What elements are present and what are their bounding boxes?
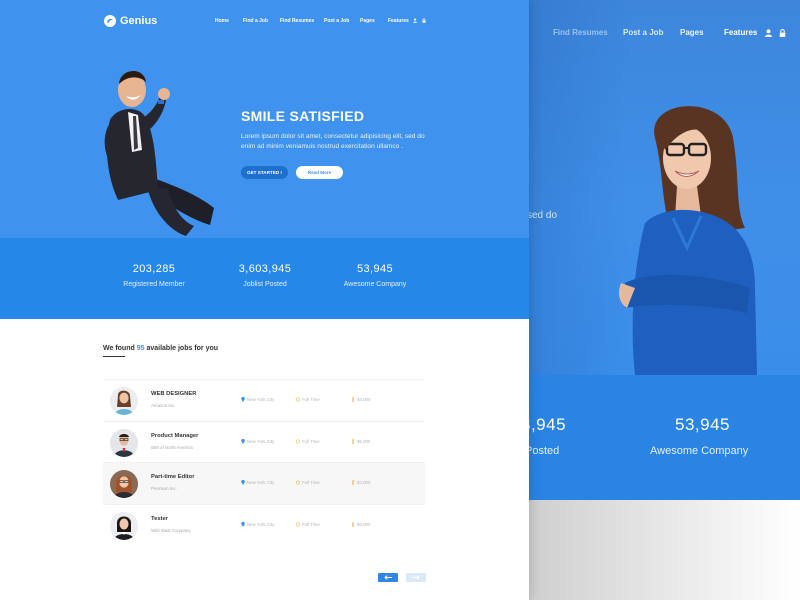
main-nav: Home Find a Job Find Resumes Post a Job … — [0, 18, 529, 28]
stat-registered-members: 203,285 Registered Member — [99, 263, 209, 288]
stat-label: Joblist Posted — [243, 281, 287, 288]
nav-home[interactable]: Home — [215, 18, 229, 24]
bg-nav-post-job[interactable]: Post a Job — [623, 28, 663, 37]
hero-title: SMILE SATISFIED — [241, 108, 365, 124]
job-company: Amazon Inc. — [151, 403, 176, 408]
clock-icon — [296, 397, 300, 402]
bg-stat-label: Awesome Company — [650, 445, 749, 457]
bg-stat-value: 3,945 — [529, 415, 567, 434]
clock-icon — [296, 480, 300, 485]
nav-find-job[interactable]: Find a Job — [243, 18, 268, 24]
job-type: Full Time — [296, 439, 320, 444]
stat-value: 203,285 — [132, 263, 176, 275]
user-icon[interactable] — [765, 29, 772, 37]
stats-band: 203,285 Registered Member 3,603,945 Jobl… — [0, 238, 529, 319]
dollar-icon — [352, 397, 354, 402]
job-row[interactable]: Tester Wild Wast Company New York City F… — [103, 503, 425, 546]
job-title[interactable]: Product Manager — [151, 433, 198, 439]
job-row[interactable]: Product Manager IBM of North America New… — [103, 420, 425, 463]
bg-stat-label: Posted — [529, 445, 560, 457]
heading-underline — [103, 356, 125, 357]
man-photo — [104, 70, 214, 236]
job-title[interactable]: Part-time Editor — [151, 474, 194, 480]
read-more-button[interactable]: Read More — [296, 166, 343, 179]
job-salary: $6,000 — [351, 521, 370, 527]
stat-joblist-posted: 3,603,945 Joblist Posted — [210, 263, 320, 288]
avatar — [110, 470, 138, 498]
job-title[interactable]: Tester — [151, 516, 168, 522]
background-hero: Find Resumes Post a Job Pages Features s… — [529, 0, 800, 375]
lock-icon[interactable] — [779, 29, 786, 37]
jobs-heading-suffix: available jobs for you — [146, 345, 219, 352]
dollar-icon — [352, 521, 354, 527]
map-pin-icon — [241, 397, 245, 402]
nav-features[interactable]: Features — [388, 18, 409, 24]
stat-awesome-company: 53,945 Awesome Company — [320, 263, 430, 288]
arrow-right-icon — [412, 575, 420, 580]
job-company: Wild Wast Company — [151, 527, 191, 533]
job-type: Full Time — [296, 480, 320, 485]
background-page-preview: Find Resumes Post a Job Pages Features s… — [529, 0, 800, 600]
nav-pages[interactable]: Pages — [360, 18, 375, 24]
nav-find-resumes[interactable]: Find Resumes — [280, 18, 314, 24]
job-salary: $5,000 — [351, 438, 370, 444]
bg-nav-find-resumes[interactable]: Find Resumes — [553, 28, 608, 37]
job-location: New York City — [241, 521, 274, 527]
lock-icon[interactable] — [422, 18, 426, 23]
dollar-icon — [352, 438, 354, 444]
stat-label: Awesome Company — [343, 281, 407, 288]
job-title[interactable]: WEB DESIGNER — [151, 391, 196, 397]
pagination-prev-button[interactable] — [378, 573, 398, 582]
job-board-page: Genius Home Find a Job Find Resumes Post… — [0, 0, 529, 600]
map-pin-icon — [241, 438, 245, 444]
job-type: Full Time — [296, 522, 320, 527]
job-location: New York City — [241, 480, 274, 485]
bg-stat-value: 53,945 — [675, 415, 730, 434]
arrow-left-icon — [384, 575, 392, 580]
hero-section: Genius Home Find a Job Find Resumes Post… — [0, 0, 529, 238]
job-location: New York City — [241, 438, 274, 444]
background-partial-text: sed do — [529, 210, 558, 221]
nav-post-job[interactable]: Post a Job — [324, 18, 349, 24]
jobs-heading: We found 95 available jobs for you — [103, 345, 218, 352]
bg-nav-features[interactable]: Features — [724, 28, 757, 37]
job-row[interactable]: WEB DESIGNER Amazon Inc. New York City F… — [103, 379, 425, 421]
user-icon[interactable] — [413, 18, 417, 23]
jobs-heading-prefix: We found — [103, 345, 135, 352]
background-stats-band: 3,945 Posted 53,945 Awesome Company — [529, 375, 800, 500]
stat-label: Registered Member — [123, 281, 185, 288]
job-type: Full Time — [296, 397, 320, 402]
woman-photo — [619, 106, 757, 375]
avatar — [110, 428, 138, 457]
background-nav: Find Resumes Post a Job Pages Features — [529, 28, 800, 42]
job-company: IBM of North America — [151, 444, 193, 450]
dollar-icon — [352, 480, 354, 485]
job-salary: $3,000 — [351, 480, 370, 485]
stat-value: 3,603,945 — [238, 263, 292, 275]
hero-description: Lorem ipsum dolor sit amet, consectetur … — [241, 133, 425, 150]
jobs-count: 95 — [136, 345, 145, 352]
clock-icon — [296, 439, 300, 443]
avatar — [110, 511, 138, 540]
stat-value: 53,945 — [356, 263, 394, 275]
get-started-button[interactable]: GET STARTED ! — [241, 166, 288, 179]
bg-nav-pages[interactable]: Pages — [680, 28, 704, 37]
clock-icon — [296, 522, 300, 526]
map-pin-icon — [241, 521, 245, 527]
map-pin-icon — [241, 480, 245, 485]
pagination-next-button[interactable] — [406, 573, 426, 582]
job-row[interactable]: Part-time Editor Premium Inc. New York C… — [103, 462, 425, 504]
job-list: WEB DESIGNER Amazon Inc. New York City F… — [103, 379, 425, 545]
job-location: New York City — [241, 397, 274, 402]
job-salary: $4,000 — [351, 397, 370, 402]
avatar — [110, 387, 138, 415]
job-company: Premium Inc. — [151, 486, 177, 491]
